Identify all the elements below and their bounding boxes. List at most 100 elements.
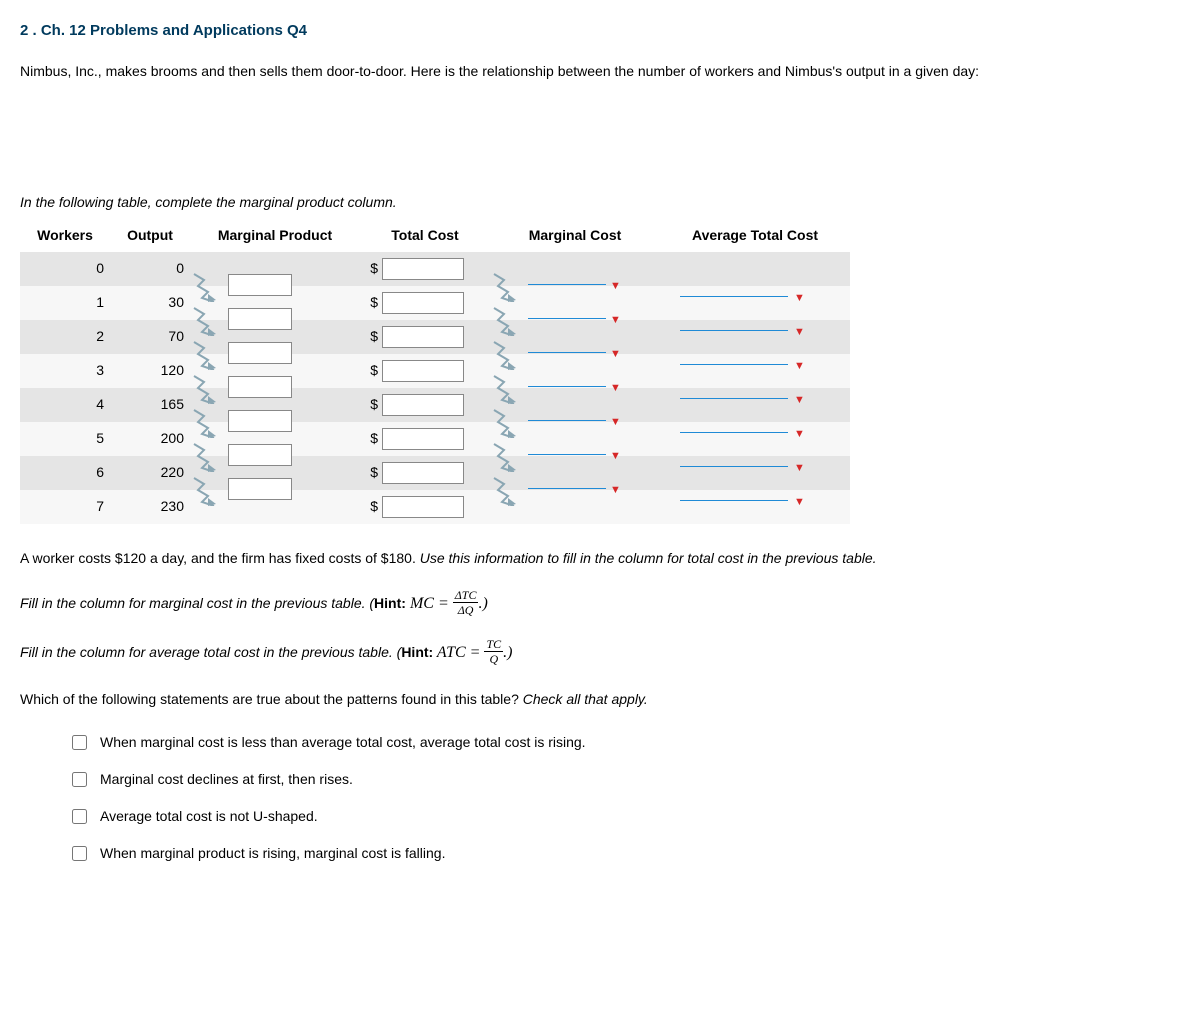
dropdown-line	[680, 432, 788, 433]
dropdown-line	[528, 352, 606, 353]
dropdown-caret-icon[interactable]: ▼	[610, 380, 621, 397]
dropdown-line	[680, 398, 788, 399]
multiple-choice-stem: Which of the following statements are tr…	[20, 689, 1180, 710]
marginal-product-input[interactable]	[228, 274, 292, 296]
th-marginal-cost: Marginal Cost	[490, 219, 660, 252]
th-workers: Workers	[20, 219, 110, 252]
bracket-icon	[492, 272, 522, 302]
dropdown-caret-icon[interactable]: ▼	[794, 290, 805, 307]
total-cost-input[interactable]	[382, 360, 464, 382]
marginal-product-input[interactable]	[228, 478, 292, 500]
table-instruction: In the following table, complete the mar…	[20, 192, 1180, 213]
average-total-cost-paragraph: Fill in the column for average total cos…	[20, 640, 1180, 667]
cell-total-cost: $	[360, 388, 490, 422]
total-cost-input[interactable]	[382, 462, 464, 484]
cell-total-cost: $	[360, 354, 490, 388]
answer-checkbox[interactable]	[72, 846, 87, 861]
dropdown-line	[528, 420, 606, 421]
production-table: Workers Output Marginal Product Total Co…	[20, 219, 850, 524]
dropdown-caret-icon[interactable]: ▼	[794, 426, 805, 443]
total-cost-input[interactable]	[382, 496, 464, 518]
bracket-icon	[492, 408, 522, 438]
total-cost-input[interactable]	[382, 292, 464, 314]
dropdown-caret-icon[interactable]: ▼	[610, 448, 621, 465]
total-cost-paragraph: A worker costs $120 a day, and the firm …	[20, 548, 1180, 569]
intro-text: Nimbus, Inc., makes brooms and then sell…	[20, 61, 1180, 82]
answer-option[interactable]: Marginal cost declines at first, then ri…	[68, 769, 1180, 790]
cell-average-total-cost: ▼	[660, 388, 850, 422]
bracket-icon	[492, 374, 522, 404]
cell-output: 0	[110, 252, 190, 286]
marginal-product-input[interactable]	[228, 410, 292, 432]
cell-workers: 3	[20, 354, 110, 388]
bracket-icon	[492, 442, 522, 472]
cell-average-total-cost: ▼	[660, 354, 850, 388]
cell-total-cost: $	[360, 490, 490, 524]
dropdown-caret-icon[interactable]: ▼	[794, 494, 805, 511]
bracket-icon	[192, 306, 222, 336]
table-row: 7230$▼▼	[20, 490, 850, 524]
dropdown-caret-icon[interactable]: ▼	[610, 278, 621, 295]
answer-option[interactable]: When marginal cost is less than average …	[68, 732, 1180, 753]
currency-symbol: $	[366, 292, 378, 313]
marginal-product-input[interactable]	[228, 342, 292, 364]
bracket-icon	[192, 476, 222, 506]
answer-checkbox[interactable]	[72, 772, 87, 787]
table-row: 3120$▼▼	[20, 354, 850, 388]
currency-symbol: $	[366, 496, 378, 517]
cell-total-cost: $	[360, 286, 490, 320]
marginal-product-input[interactable]	[228, 308, 292, 330]
table-row: 4165$▼▼	[20, 388, 850, 422]
bracket-icon	[192, 408, 222, 438]
answer-option[interactable]: When marginal product is rising, margina…	[68, 843, 1180, 864]
cell-average-total-cost: ▼	[660, 286, 850, 320]
dropdown-caret-icon[interactable]: ▼	[610, 312, 621, 329]
answer-option-label: When marginal cost is less than average …	[100, 732, 586, 753]
cell-workers: 5	[20, 422, 110, 456]
marginal-product-input[interactable]	[228, 444, 292, 466]
bracket-icon	[192, 272, 222, 302]
currency-symbol: $	[366, 428, 378, 449]
total-cost-input[interactable]	[382, 326, 464, 348]
dropdown-caret-icon[interactable]: ▼	[794, 324, 805, 341]
dropdown-caret-icon[interactable]: ▼	[794, 358, 805, 375]
currency-symbol: $	[366, 462, 378, 483]
dropdown-caret-icon[interactable]: ▼	[794, 392, 805, 409]
answer-options: When marginal cost is less than average …	[20, 732, 1180, 864]
dropdown-line	[528, 386, 606, 387]
cell-output: 230	[110, 490, 190, 524]
answer-checkbox[interactable]	[72, 809, 87, 824]
dropdown-line	[680, 364, 788, 365]
cell-marginal-product	[190, 490, 360, 524]
bracket-icon	[192, 374, 222, 404]
bracket-icon	[492, 476, 522, 506]
marginal-product-input[interactable]	[228, 376, 292, 398]
table-row: 130$▼▼	[20, 286, 850, 320]
dropdown-caret-icon[interactable]: ▼	[610, 482, 621, 499]
total-cost-input[interactable]	[382, 394, 464, 416]
answer-checkbox[interactable]	[72, 735, 87, 750]
dropdown-caret-icon[interactable]: ▼	[610, 346, 621, 363]
currency-symbol: $	[366, 394, 378, 415]
th-total-cost: Total Cost	[360, 219, 490, 252]
table-row: 270$▼▼	[20, 320, 850, 354]
currency-symbol: $	[366, 258, 378, 279]
total-cost-input[interactable]	[382, 258, 464, 280]
cell-average-total-cost	[660, 252, 850, 286]
currency-symbol: $	[366, 360, 378, 381]
bracket-icon	[192, 442, 222, 472]
answer-option[interactable]: Average total cost is not U-shaped.	[68, 806, 1180, 827]
cell-output: 30	[110, 286, 190, 320]
dropdown-line	[528, 284, 606, 285]
cell-workers: 4	[20, 388, 110, 422]
dropdown-line	[680, 296, 788, 297]
cell-output: 220	[110, 456, 190, 490]
answer-option-label: Marginal cost declines at first, then ri…	[100, 769, 353, 790]
cell-total-cost: $	[360, 252, 490, 286]
dropdown-caret-icon[interactable]: ▼	[610, 414, 621, 431]
cell-average-total-cost: ▼	[660, 320, 850, 354]
dropdown-caret-icon[interactable]: ▼	[794, 460, 805, 477]
total-cost-input[interactable]	[382, 428, 464, 450]
cell-average-total-cost: ▼	[660, 456, 850, 490]
cell-total-cost: $	[360, 320, 490, 354]
